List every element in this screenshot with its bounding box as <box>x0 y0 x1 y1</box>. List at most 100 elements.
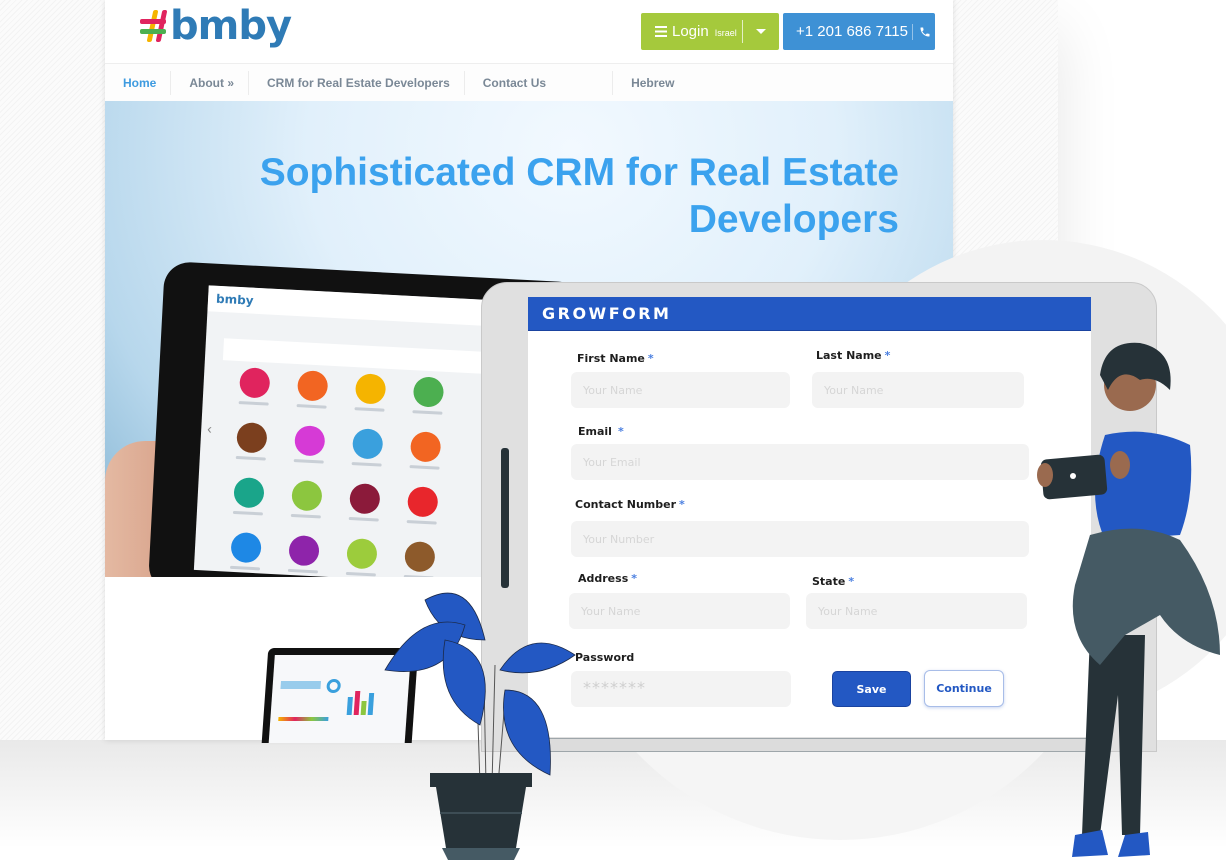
app-bubble-icon <box>412 376 445 408</box>
app-bubble-icon <box>288 534 320 567</box>
app-label <box>409 465 440 470</box>
app-label <box>238 401 269 406</box>
app-bubble-icon <box>233 476 265 509</box>
app-tile <box>216 531 276 571</box>
email-input[interactable] <box>571 444 1029 480</box>
save-button[interactable]: Save <box>832 671 911 707</box>
app-label <box>345 571 376 577</box>
person-sweater <box>1095 431 1192 540</box>
email-label: Email * <box>578 425 624 438</box>
app-bubble-icon <box>351 428 384 460</box>
password-label: Password <box>575 651 635 664</box>
app-bubble-icon <box>296 370 329 402</box>
last-name-label: Last Name * <box>816 349 891 362</box>
hero-title: Sophisticated CRM for Real Estate Develo… <box>260 149 899 243</box>
app-label <box>403 574 434 577</box>
login-label: Login <box>672 23 709 40</box>
app-label <box>296 404 327 409</box>
app-tile <box>283 369 343 409</box>
app-tile <box>338 427 398 467</box>
app-bubble-icon <box>294 425 326 457</box>
person-illustration <box>1037 342 1220 857</box>
app-label <box>348 516 379 522</box>
app-bubble-icon <box>346 537 378 570</box>
nav-contact-us[interactable]: Contact Us <box>465 70 614 95</box>
address-input[interactable] <box>569 593 790 629</box>
bar <box>346 697 353 715</box>
divider <box>911 23 913 40</box>
app-tile <box>222 421 282 461</box>
app-bubble-icon <box>409 431 442 463</box>
app-tile <box>280 424 340 464</box>
app-label <box>412 410 443 415</box>
phone-button[interactable]: +1 201 686 7115 <box>783 13 935 50</box>
login-region: Israel <box>714 28 737 38</box>
hamburger-menu-icon <box>655 26 667 37</box>
person-hand <box>1110 451 1130 479</box>
color-strip <box>278 717 329 721</box>
first-name-input[interactable] <box>571 372 790 408</box>
person-tied-jacket <box>1072 528 1220 665</box>
hero-title-line2: Developers <box>688 198 899 241</box>
app-label <box>406 520 437 525</box>
app-tile <box>335 482 395 522</box>
app-bubble-icon <box>291 479 323 512</box>
app-tile <box>274 534 334 574</box>
app-tile <box>396 430 456 470</box>
device-base <box>527 738 1097 752</box>
app-tile <box>277 479 337 519</box>
dashboard-widget <box>280 681 322 689</box>
app-tile <box>219 476 279 516</box>
bar <box>360 701 367 715</box>
last-name-input[interactable] <box>812 372 1024 408</box>
person-shoe <box>1072 830 1108 857</box>
nav-home[interactable]: Home <box>105 70 172 95</box>
person-shoe <box>1118 832 1150 857</box>
continue-button[interactable]: Continue <box>924 670 1004 707</box>
app-label <box>235 455 266 461</box>
app-bubble-icon <box>238 367 271 399</box>
bmby-logo[interactable]: bmby <box>140 6 292 46</box>
marketing-composite: bmby Login Israel +1 201 686 7115 Home A… <box>0 0 1226 860</box>
contact-number-label: Contact Number * <box>575 498 685 511</box>
nav-hebrew[interactable]: Hebrew <box>613 71 688 95</box>
state-label: State * <box>812 575 855 588</box>
nav-about[interactable]: About » <box>171 70 250 95</box>
app-label <box>290 513 321 519</box>
contact-number-input[interactable] <box>571 521 1029 557</box>
form-title: GROWFORM <box>528 297 1091 331</box>
hashtag-logo-icon <box>140 10 168 42</box>
address-label: Address * <box>578 572 638 585</box>
bar <box>353 691 361 715</box>
pot-body <box>436 787 526 848</box>
app-bubble-icon <box>349 483 381 515</box>
chevron-left-icon: ‹ <box>206 420 213 437</box>
person-pants <box>1082 635 1145 835</box>
app-tile <box>332 537 392 577</box>
app-bubble-icon <box>236 422 268 454</box>
phone-icon <box>920 27 930 36</box>
nav-crm-real-estate[interactable]: CRM for Real Estate Developers <box>249 70 465 95</box>
state-input[interactable] <box>806 593 1027 629</box>
app-tile <box>390 540 450 577</box>
password-input[interactable] <box>571 671 791 707</box>
app-bubble-icon <box>404 540 436 573</box>
app-bubble-icon <box>230 531 262 564</box>
tablet-logo: bmby <box>215 291 254 308</box>
main-nav: Home About » CRM for Real Estate Develop… <box>105 63 953 101</box>
app-label <box>351 462 382 467</box>
app-bubble-icon <box>406 486 439 518</box>
app-label <box>287 568 319 574</box>
app-tile <box>398 375 458 415</box>
caret-down-icon <box>756 29 766 34</box>
app-label <box>229 565 261 571</box>
potted-plant-illustration <box>384 592 576 860</box>
login-main[interactable]: Login Israel <box>641 20 743 43</box>
login-dropdown-toggle[interactable] <box>743 29 779 34</box>
app-label <box>232 510 263 516</box>
login-button[interactable]: Login Israel <box>641 13 779 50</box>
app-label <box>354 407 385 412</box>
pot-rim <box>430 773 532 787</box>
person-hand <box>1037 463 1053 487</box>
donut-chart-icon <box>326 679 342 693</box>
